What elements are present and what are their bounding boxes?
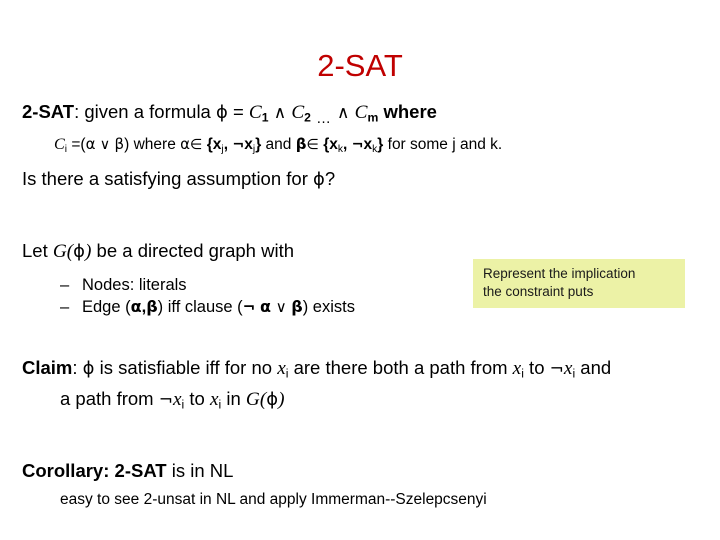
phi-symbol-question: ϕ [313, 169, 325, 191]
clause-close-where: ) where [124, 136, 181, 154]
beta-symbol-2: β [295, 135, 307, 154]
alpha-symbol: α [85, 135, 96, 154]
definition-given-text: given a formula [79, 101, 216, 122]
element-of-1: ∈ [190, 137, 203, 154]
element-of-2: ∈ [306, 137, 319, 154]
claim2-g: G [245, 389, 260, 411]
slide-canvas: 2-SAT 2-SAT: given a formula ϕ = C1 ∧ C2… [0, 0, 720, 540]
clause-cm: C [354, 102, 368, 123]
clause-definition-line: Ci =(α ∨ β) where α∈ {xj, ¬xj} and β∈ {x… [22, 133, 698, 161]
negation-2: ¬ [351, 137, 364, 154]
literal-xk-neg: x [363, 136, 373, 154]
negation-1: ¬ [232, 137, 245, 154]
claim2-text-3: in [221, 388, 246, 410]
edge-beta: β [146, 297, 158, 317]
set2-comma: , [342, 136, 352, 154]
bullet-edge-label: Edge ( [82, 298, 131, 317]
claim-text-3: to [523, 357, 550, 379]
edge-beta-2: β [291, 297, 303, 317]
corollary-note: easy to see 2-unsat in NL and apply Imme… [60, 490, 487, 508]
edge-alpha: α [130, 297, 142, 317]
alpha-symbol-2: α [180, 135, 191, 154]
edge-tail: ) exists [302, 298, 355, 317]
claim-text-4: and [575, 357, 612, 379]
bullet-dash-icon: – [60, 298, 70, 317]
vee-symbol: ∨ [99, 137, 111, 154]
clause-eq-open: =( [67, 136, 86, 154]
claim-line: Claim: ϕ is satisfiable iff for no xi ar… [22, 356, 698, 385]
clause-cm-subscript: m [367, 110, 379, 125]
graph-let-after: be a directed graph with [91, 240, 295, 262]
literal-xk: x [329, 136, 338, 154]
graph-g: G [52, 241, 67, 263]
set2-open: { [318, 136, 330, 154]
claim2-negation: ¬ [158, 390, 173, 411]
claim2-paren-close: ) [278, 389, 285, 411]
ellipsis: … [316, 111, 332, 128]
clause-c1: C [248, 102, 262, 123]
claim-label: Claim [22, 357, 73, 379]
phi-symbol-graph: ϕ [73, 241, 85, 263]
phi-symbol-claim2: ϕ [266, 389, 279, 411]
definition-equals: = [227, 101, 249, 122]
edge-iff-text: ) iff clause ( [157, 298, 243, 317]
claim-text-2: are there both a path from [288, 357, 513, 379]
set1-open: { [202, 136, 213, 154]
graph-let-before: Let [22, 240, 53, 262]
edge-negation: ¬ [242, 298, 256, 317]
definition-label: 2-SAT [22, 101, 75, 122]
question-text-before: Is there a satisfying assumption for [22, 168, 313, 190]
corollary-label: Corollary [22, 459, 104, 481]
claim-colon: : [72, 357, 78, 379]
question-line: Is there a satisfying assumption for ϕ? [22, 167, 698, 192]
definition-line: 2-SAT: given a formula ϕ = C1 ∧ C2 … ∧ C… [22, 100, 698, 131]
claim2-x2: x [209, 389, 219, 411]
phi-symbol-claim: ϕ [82, 358, 95, 380]
corollary-rest: is in NL [166, 459, 234, 481]
clause-c2: C [291, 102, 305, 123]
definition-where: where [378, 101, 437, 122]
question-text-after: ? [324, 168, 336, 190]
clause-and: and [261, 136, 296, 154]
claim-x1: x [277, 358, 286, 380]
literal-xj-neg: x [244, 136, 253, 154]
claim-x2: x [512, 358, 522, 380]
corollary-line: Corollary: 2-SAT is in NL [22, 459, 698, 483]
claim2-x1: x [172, 389, 182, 411]
claim2-text-2: to [184, 388, 210, 410]
clause-ci: C [54, 136, 65, 154]
clause-c1-subscript: 1 [261, 110, 269, 125]
phi-symbol: ϕ [215, 102, 228, 123]
corollary-subject: 2-SAT [109, 459, 167, 481]
clause-tail: for some j and k. [383, 136, 503, 154]
beta-symbol: β [114, 135, 125, 154]
edge-vee: ∨ [275, 298, 287, 317]
callout-box: Represent the implication the constraint… [473, 259, 685, 308]
page-title: 2-SAT [317, 48, 403, 83]
wedge-1: ∧ [273, 103, 287, 123]
callout-line-1: Represent the implication [483, 266, 636, 281]
clause-c2-subscript: 2 [304, 110, 311, 125]
claim-line-2: a path from ¬xi to xi in G(ϕ) [22, 387, 698, 416]
claim-text-1: is satisfiable iff for no [94, 357, 278, 379]
callout-line-2: the constraint puts [483, 284, 594, 299]
wedge-2: ∧ [337, 103, 350, 123]
claim2-text-1: a path from [60, 388, 159, 410]
claim-negation: ¬ [549, 359, 564, 380]
bullet-nodes-text: Nodes: literals [82, 276, 187, 295]
edge-alpha-2: α [259, 297, 271, 317]
bullet-dash-icon: – [60, 276, 70, 295]
